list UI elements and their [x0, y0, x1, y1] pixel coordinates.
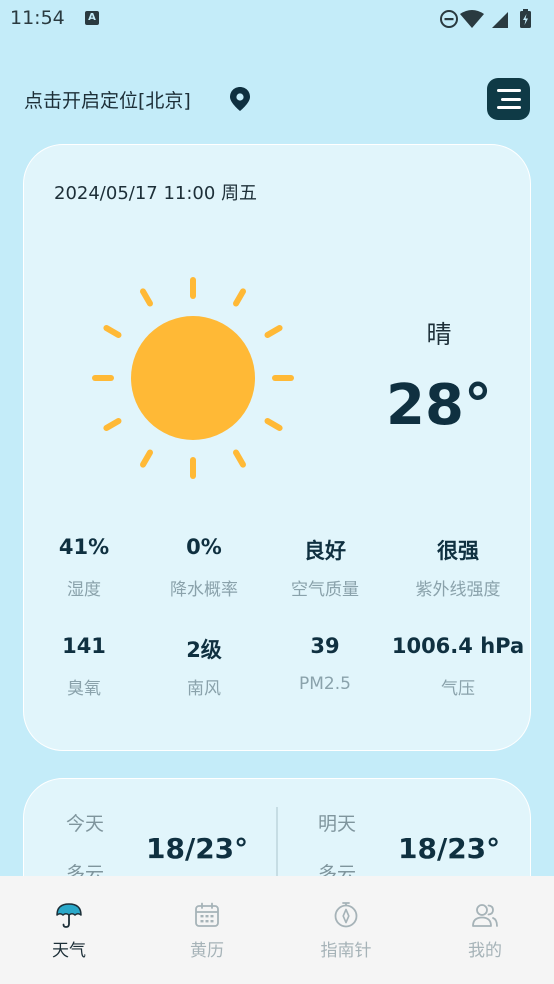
status-icons	[440, 8, 544, 28]
dnd-icon	[440, 10, 458, 28]
stat-value: 1006.4 hPa	[391, 634, 525, 658]
location-prompt[interactable]: 点击开启定位[北京]	[24, 86, 191, 113]
nav-item-profile[interactable]: 我的	[416, 876, 554, 984]
forecast-temp: 18/23°	[398, 832, 501, 865]
compass-icon	[332, 901, 360, 929]
forecast-day: 今天	[66, 813, 105, 835]
stat-value: 41%	[58, 535, 110, 559]
stat-wind: 2级 南风	[144, 634, 264, 699]
stat-value: 0%	[186, 535, 222, 559]
stat-label: 空气质量	[291, 580, 359, 600]
stat-air-quality: 良好 空气质量	[265, 535, 385, 600]
stat-label: PM2.5	[299, 674, 351, 694]
current-temperature: 28°	[386, 373, 492, 438]
weather-condition: 晴	[426, 320, 452, 349]
signal-icon	[492, 12, 508, 28]
menu-button[interactable]	[487, 78, 530, 120]
stat-humidity: 41% 湿度	[24, 535, 144, 600]
wifi-icon	[460, 10, 484, 28]
stat-value: 良好	[304, 539, 346, 563]
stat-value: 2级	[186, 638, 222, 662]
stat-ozone: 141 臭氧	[24, 634, 144, 699]
nav-label: 指南针	[320, 941, 372, 961]
stat-label: 湿度	[67, 580, 101, 600]
nav-label: 黄历	[190, 941, 224, 961]
status-time: 11:54	[10, 7, 65, 29]
nav-item-compass[interactable]: 指南针	[277, 876, 415, 984]
sunny-icon	[92, 277, 294, 479]
umbrella-icon	[55, 901, 83, 929]
stat-pm25: 39 PM2.5	[265, 634, 385, 694]
stat-pressure: 1006.4 hPa 气压	[383, 634, 533, 699]
nav-label: 我的	[468, 941, 502, 961]
location-pin-icon[interactable]	[228, 86, 252, 112]
stat-label: 降水概率	[170, 580, 238, 600]
forecast-day: 明天	[318, 813, 357, 835]
nav-item-almanac[interactable]: 黄历	[138, 876, 276, 984]
bottom-nav: 天气 黄历 指南针 我的	[0, 876, 554, 984]
calendar-icon	[193, 901, 221, 929]
stat-label: 南风	[187, 679, 221, 699]
stat-uv-index: 很强 紫外线强度	[398, 535, 518, 600]
stat-value: 39	[310, 634, 340, 658]
forecast-temp: 18/23°	[146, 832, 249, 865]
stat-value: 141	[62, 634, 106, 658]
stat-label: 紫外线强度	[415, 580, 501, 600]
nav-label: 天气	[52, 941, 86, 961]
notification-icon: A	[85, 11, 99, 25]
stat-label: 气压	[441, 679, 475, 699]
menu-icon-line	[501, 97, 521, 101]
battery-icon	[520, 9, 531, 28]
stat-value: 很强	[437, 539, 479, 563]
weather-datetime: 2024/05/17 11:00 周五	[54, 183, 258, 204]
menu-icon-line	[497, 89, 521, 92]
stat-precipitation: 0% 降水概率	[144, 535, 264, 600]
menu-icon-line	[497, 106, 521, 109]
nav-item-weather[interactable]: 天气	[0, 876, 138, 984]
current-weather-card: 2024/05/17 11:00 周五 晴 28° 41% 湿度 0% 降水概率…	[23, 144, 531, 751]
status-bar: 11:54 A	[0, 0, 554, 38]
stat-label: 臭氧	[67, 679, 101, 699]
users-icon	[471, 901, 499, 929]
